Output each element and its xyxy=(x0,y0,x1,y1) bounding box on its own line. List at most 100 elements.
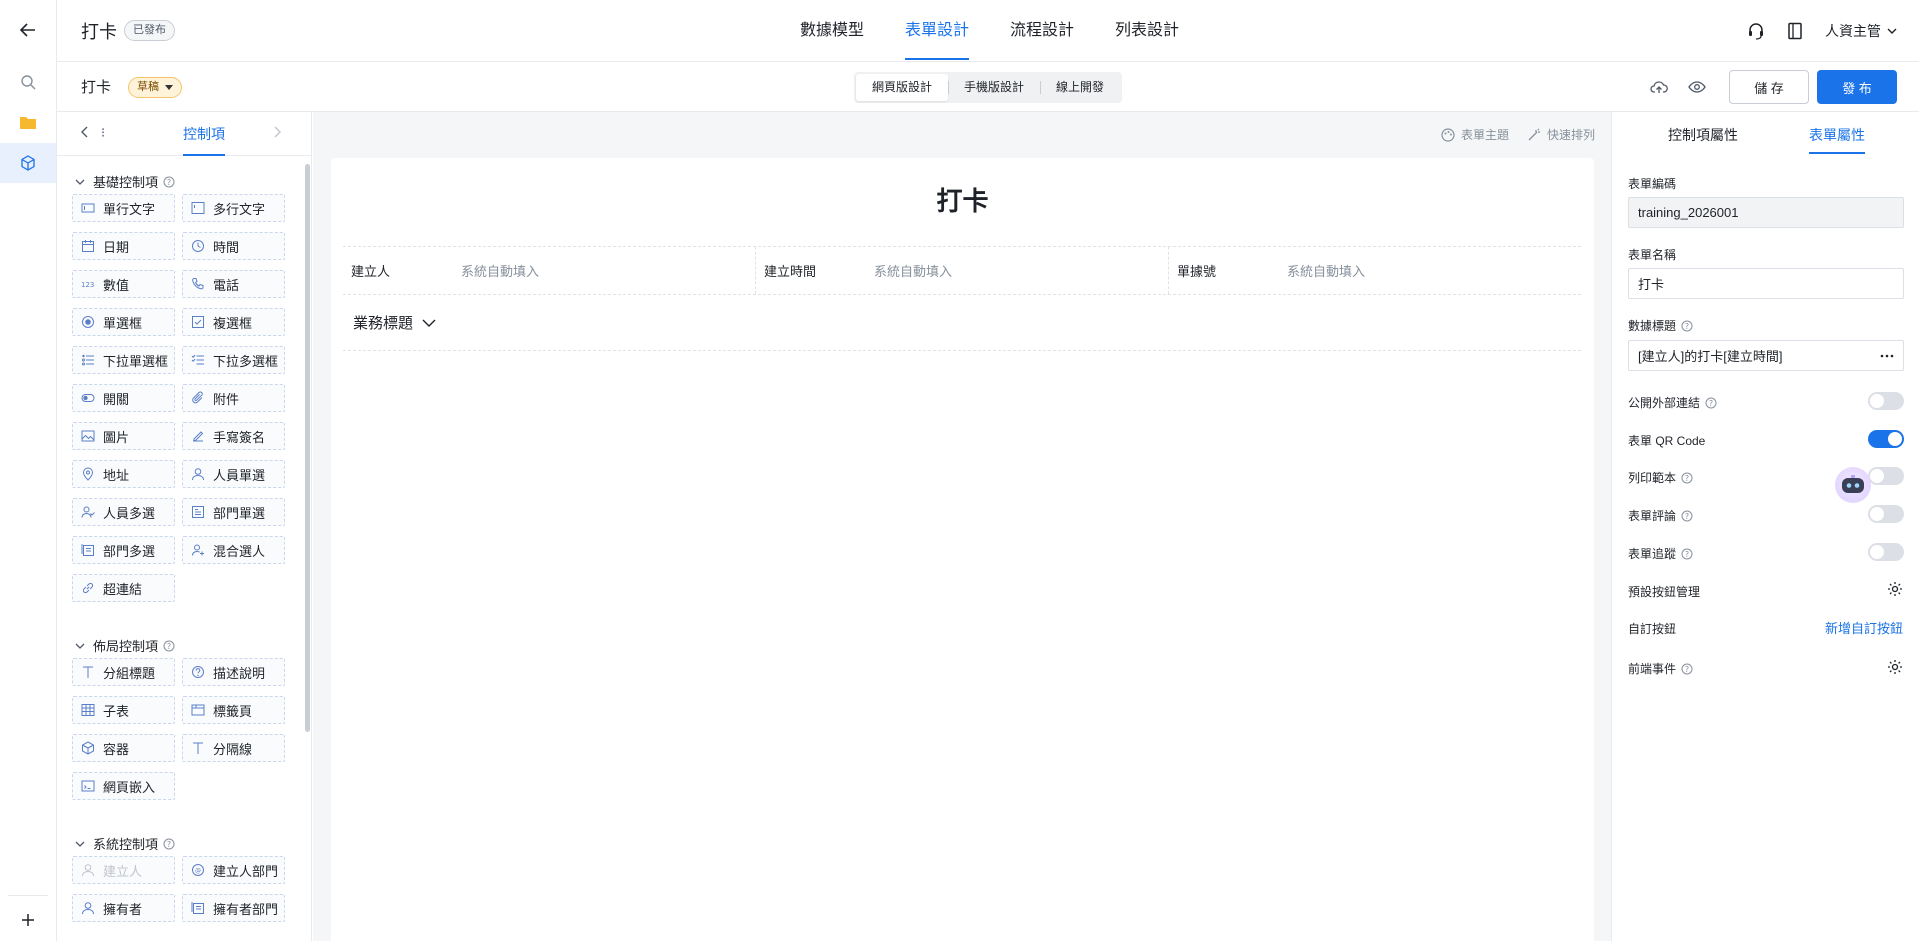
palette-control[interactable]: 描述說明 xyxy=(182,658,285,686)
chevron-left-icon[interactable] xyxy=(81,126,89,138)
control-label: 下拉多選框 xyxy=(213,353,279,369)
form-theme-label: 表單主題 xyxy=(1460,128,1509,142)
add-icon[interactable] xyxy=(0,900,56,940)
publish-button[interactable]: 發 布 xyxy=(1817,70,1897,104)
tab-form-design[interactable]: 表單設計 xyxy=(905,0,970,62)
print-template-row: 列印範本 ? xyxy=(1628,469,1693,486)
palette-control[interactable]: 分組標題 xyxy=(72,658,175,686)
add-custom-button-link[interactable]: 新增自訂按鈕 xyxy=(1825,618,1903,637)
switch-icon xyxy=(81,391,95,405)
chevron-right-icon[interactable] xyxy=(273,126,281,138)
layout-controls-header[interactable]: 佈局控制項? xyxy=(75,636,175,655)
palette-control[interactable]: 擁有者部門 xyxy=(182,894,285,922)
search-icon[interactable] xyxy=(0,62,56,102)
mode-online-dev[interactable]: 線上開發 xyxy=(1040,74,1120,101)
palette-control[interactable]: 建立人 xyxy=(72,856,175,884)
palette-control[interactable]: 下拉多選框 xyxy=(182,346,285,374)
container-cube-icon xyxy=(81,741,95,755)
palette-control[interactable]: 標籤頁 xyxy=(182,696,285,724)
palette-control[interactable]: 開關 xyxy=(72,384,175,412)
palette-scrollbar[interactable] xyxy=(305,164,310,732)
form-code-field[interactable] xyxy=(1628,197,1904,228)
field-creator[interactable]: 建立人 系統自動填入 xyxy=(343,247,756,294)
palette-control[interactable]: 人員單選 xyxy=(182,460,285,488)
palette-control[interactable]: 附件 xyxy=(182,384,285,412)
mixed-select-icon xyxy=(191,543,205,557)
palette-control[interactable]: 時間 xyxy=(182,232,285,260)
palette-control[interactable]: 人員多選 xyxy=(72,498,175,526)
tab-data-model[interactable]: 數據模型 xyxy=(800,0,864,62)
print-template-toggle[interactable] xyxy=(1868,467,1904,485)
palette-control[interactable]: 下拉單選框 xyxy=(72,346,175,374)
palette-control[interactable]: 複選框 xyxy=(182,308,285,336)
field-created-time[interactable]: 建立時間 系統自動填入 xyxy=(756,247,1169,294)
quick-arrange-button[interactable]: 快速排列 xyxy=(1527,126,1595,143)
palette-control[interactable]: 圖片 xyxy=(72,422,175,450)
gear-icon[interactable] xyxy=(1887,659,1903,675)
data-title-field[interactable]: [建立人]的打卡[建立時間] xyxy=(1628,340,1904,371)
tab-control-properties[interactable]: 控制項屬性 xyxy=(1668,112,1738,158)
palette-control[interactable]: 單行文字 xyxy=(72,194,175,222)
palette-control[interactable]: 單選框 xyxy=(72,308,175,336)
palette-control[interactable]: 超連結 xyxy=(72,574,175,602)
palette-control[interactable]: 擁有者 xyxy=(72,894,175,922)
tab-form-properties[interactable]: 表單屬性 xyxy=(1809,112,1865,158)
business-title-section[interactable]: 業務標題 xyxy=(343,295,1581,351)
tracking-toggle[interactable] xyxy=(1868,543,1904,561)
signature-pen-icon xyxy=(191,429,205,443)
system-controls-header[interactable]: 系統控制項? xyxy=(75,834,175,853)
control-label: 部門多選 xyxy=(103,543,156,559)
palette-control[interactable]: 混合選人 xyxy=(182,536,285,564)
mode-web-design[interactable]: 網頁版設計 xyxy=(856,74,949,101)
public-link-toggle[interactable] xyxy=(1868,392,1904,410)
basic-controls-header[interactable]: 基礎控制項? xyxy=(75,172,175,191)
tab-flow-design[interactable]: 流程設計 xyxy=(1010,0,1074,62)
more-vertical-icon[interactable]: ⁝ xyxy=(101,125,105,141)
control-label: 地址 xyxy=(103,467,130,483)
palette-control[interactable]: 地址 xyxy=(72,460,175,488)
form-theme-button[interactable]: 表單主題 xyxy=(1441,126,1509,143)
field-doc-number[interactable]: 單據號 系統自動填入 xyxy=(1169,247,1581,294)
single-line-text-icon xyxy=(81,201,95,215)
control-label: 開關 xyxy=(103,391,130,407)
book-icon[interactable] xyxy=(1787,22,1803,40)
comment-toggle[interactable] xyxy=(1868,505,1904,523)
mode-mobile-design[interactable]: 手機版設計 xyxy=(948,74,1040,101)
folder-icon[interactable] xyxy=(0,102,56,142)
eye-preview-icon[interactable] xyxy=(1685,70,1709,104)
palette-control[interactable]: 日期 xyxy=(72,232,175,260)
gear-icon[interactable] xyxy=(1887,581,1903,597)
dropdown-single-icon xyxy=(81,353,95,367)
palette-control[interactable]: 123 數值 xyxy=(72,270,175,298)
palette-control[interactable]: @ 建立人部門 xyxy=(182,856,285,884)
palette-control[interactable]: 電話 xyxy=(182,270,285,298)
palette-control[interactable]: 分隔線 xyxy=(182,734,285,762)
control-label: 人員多選 xyxy=(103,505,156,521)
back-arrow-icon[interactable] xyxy=(0,10,56,50)
cloud-upload-icon[interactable] xyxy=(1647,70,1671,104)
tab-list-design[interactable]: 列表設計 xyxy=(1115,0,1179,62)
palette-control[interactable]: 部門單選 xyxy=(182,498,285,526)
user-menu[interactable]: 人資主管 xyxy=(1825,21,1897,41)
cube-icon[interactable] xyxy=(0,143,56,183)
svg-text:?: ? xyxy=(167,178,171,187)
palette-control[interactable]: 網頁嵌入 xyxy=(72,772,175,800)
palette-control[interactable]: 多行文字 xyxy=(182,194,285,222)
palette-control[interactable]: 部門多選 xyxy=(72,536,175,564)
support-headset-icon[interactable] xyxy=(1747,22,1765,40)
tab-controls[interactable]: 控制項 xyxy=(183,112,225,156)
palette-control[interactable]: 子表 xyxy=(72,696,175,724)
field-value: 系統自動填入 xyxy=(461,264,540,279)
form-name-field[interactable] xyxy=(1628,268,1904,299)
ai-assistant-bot-icon[interactable] xyxy=(1835,467,1871,503)
palette-control[interactable]: 容器 xyxy=(72,734,175,762)
owner-user-icon xyxy=(81,901,95,915)
svg-text:?: ? xyxy=(1709,399,1713,408)
svg-text:?: ? xyxy=(1685,322,1689,331)
draft-version-select[interactable]: 草稿 xyxy=(128,77,182,98)
title-t-icon xyxy=(81,665,95,679)
save-button[interactable]: 儲 存 xyxy=(1729,70,1809,104)
qr-code-toggle[interactable] xyxy=(1868,430,1904,448)
palette-control[interactable]: 手寫簽名 xyxy=(182,422,285,450)
business-title: 業務標題 xyxy=(353,315,414,332)
